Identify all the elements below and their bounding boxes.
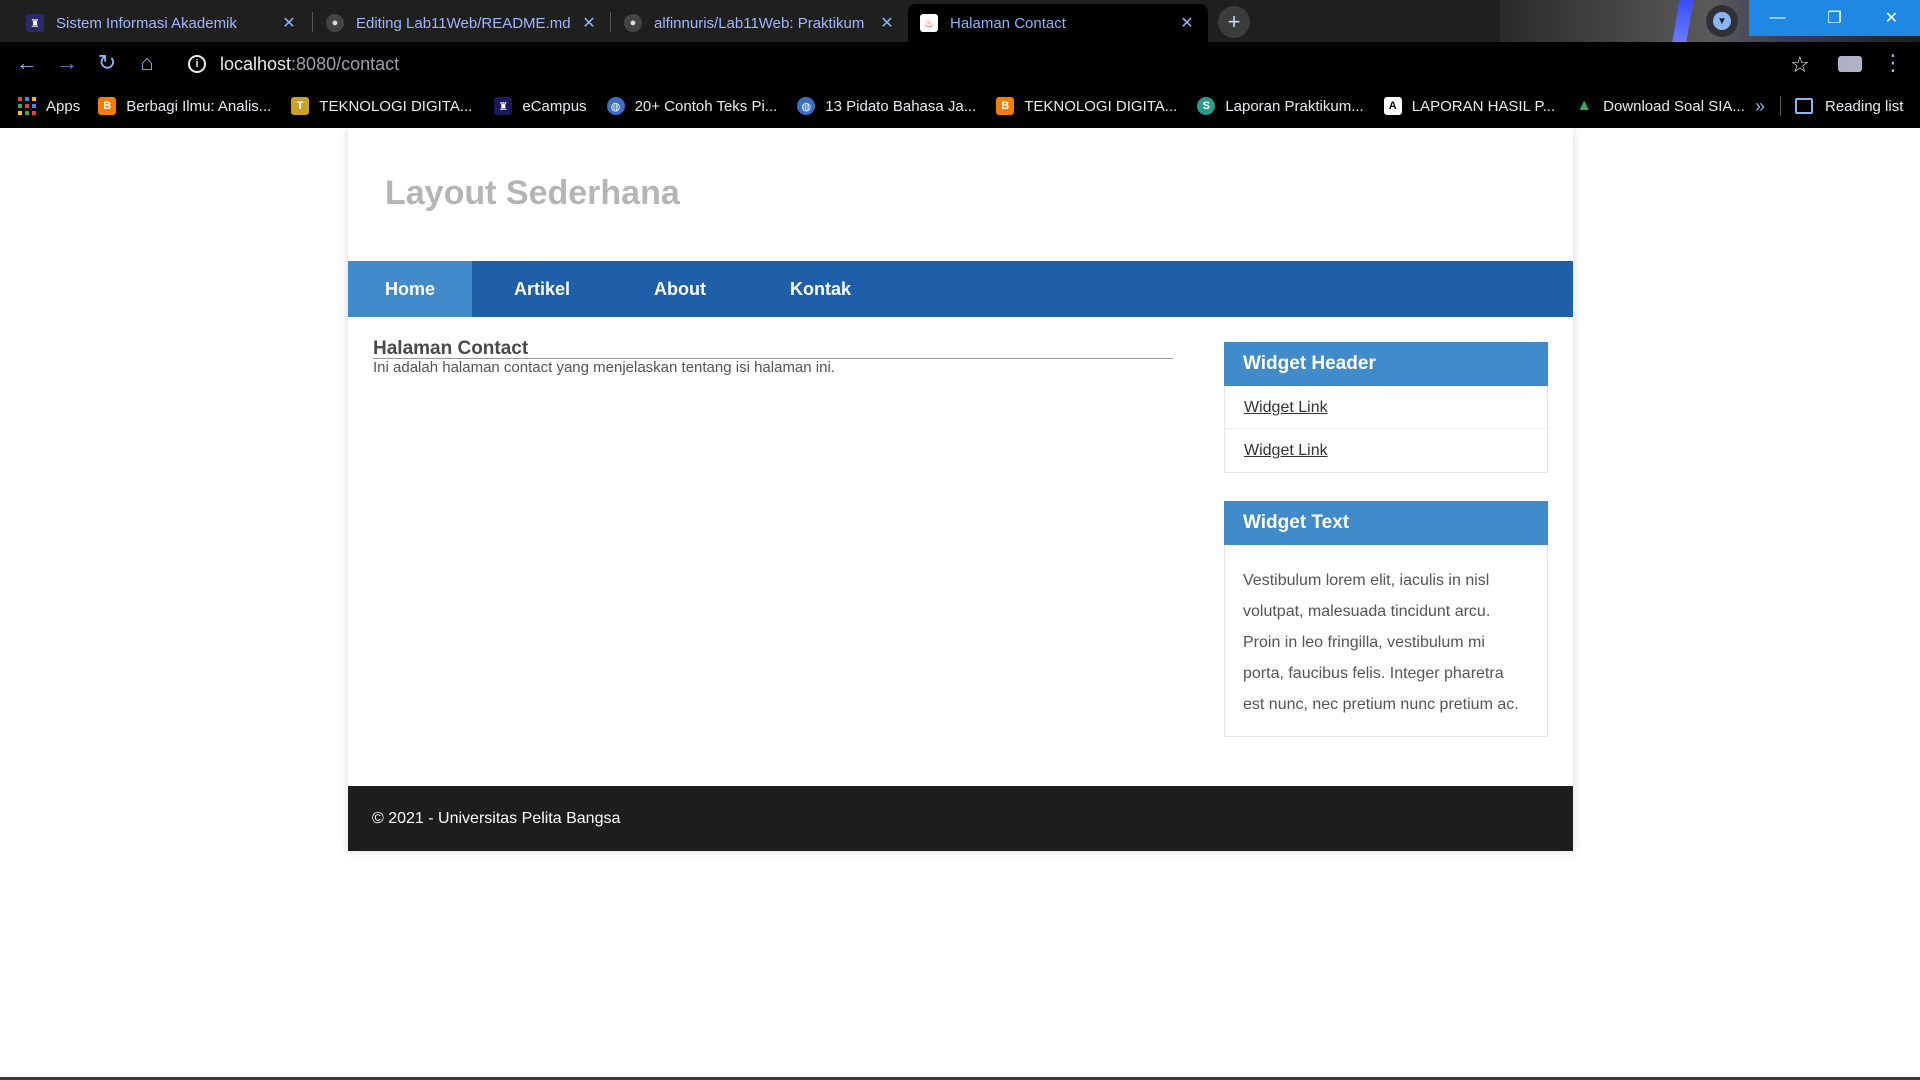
bookmark-item[interactable]: ◍ 20+ Contoh Teks Pi...: [606, 84, 778, 128]
page-container: Layout Sederhana Home Artikel About Kont…: [348, 128, 1573, 851]
bookmark-label: TEKNOLOGI DIGITA...: [1024, 97, 1178, 115]
widget-text-body: Vestibulum lorem elit, iaculis in nisl v…: [1243, 572, 1519, 713]
tab-halaman-contact[interactable]: ♨ Halaman Contact ✕: [908, 4, 1208, 42]
bookmark-item[interactable]: ▲ Download Soal SIA...: [1575, 84, 1745, 128]
content-heading: Halaman Contact: [373, 339, 1173, 359]
kebab-menu-icon[interactable]: ⋮: [1882, 50, 1904, 76]
university-favicon-icon: ♜: [26, 14, 44, 32]
tab-title: alfinnuris/Lab11Web: Praktikum: [654, 14, 865, 32]
site-info-icon[interactable]: i: [188, 55, 206, 73]
bookmark-label: Laporan Praktikum...: [1225, 97, 1364, 115]
widget-text-title: Widget Text: [1224, 501, 1548, 545]
github-icon: ●: [624, 14, 642, 32]
bookmark-item[interactable]: T TEKNOLOGI DIGITA...: [291, 84, 472, 128]
bookmark-label: 20+ Contoh Teks Pi...: [634, 97, 778, 115]
reading-list-button[interactable]: Reading list: [1795, 84, 1903, 128]
apps-grid-icon: [18, 97, 36, 115]
nav-home[interactable]: Home: [348, 261, 473, 317]
nav-about[interactable]: About: [612, 261, 748, 317]
blogger-icon: B: [996, 97, 1015, 115]
nav-kontak[interactable]: Kontak: [748, 261, 893, 317]
globe-icon: ◍: [797, 97, 816, 115]
widget-header-title: Widget Header: [1224, 342, 1548, 386]
bookmark-item[interactable]: S Laporan Praktikum...: [1197, 84, 1364, 128]
widget-links: Widget Header Widget Link Widget Link: [1224, 342, 1548, 473]
restore-icon[interactable]: ❐: [1806, 0, 1863, 36]
a-icon: A: [1383, 97, 1402, 115]
github-icon: ●: [326, 14, 344, 32]
footer-text: © 2021 - Universitas Pelita Bangsa: [372, 810, 621, 827]
site-title: Layout Sederhana: [385, 174, 680, 212]
url-text: localhost:8080/contact: [220, 54, 399, 75]
bookmark-label: LAPORAN HASIL P...: [1411, 97, 1556, 115]
bookmark-separator: [1780, 96, 1781, 116]
main-content: Halaman Contact Ini adalah halaman conta…: [373, 339, 1173, 377]
tab-separator: [312, 12, 313, 32]
site-header: Layout Sederhana: [348, 128, 1573, 261]
url-path: :8080/contact: [291, 53, 400, 74]
back-arrow-icon[interactable]: ←: [12, 48, 42, 78]
reading-list-icon: [1795, 98, 1813, 114]
bookmark-item[interactable]: B Berbagi Ilmu: Analis...: [98, 84, 271, 128]
page-viewport: Layout Sederhana Home Artikel About Kont…: [0, 128, 1920, 1080]
widget-link[interactable]: Widget Link: [1225, 386, 1547, 429]
extension-icon[interactable]: [1838, 56, 1862, 72]
codeigniter-icon: ♨: [920, 14, 938, 32]
tab-strip: ♜ Sistem Informasi Akademik ✕ ● Editing …: [0, 0, 1920, 42]
ecampus-icon: ♜: [494, 97, 513, 115]
reading-list-label: Reading list: [1825, 97, 1904, 115]
bookmark-label: eCampus: [522, 97, 587, 115]
tab-editing-readme[interactable]: ● Editing Lab11Web/README.md a ✕: [314, 4, 610, 42]
bookmark-label: Apps: [46, 97, 81, 115]
tab-title: Halaman Contact: [950, 14, 1066, 32]
sidebar: Widget Header Widget Link Widget Link Wi…: [1224, 342, 1548, 765]
bookmark-item[interactable]: B TEKNOLOGI DIGITA...: [996, 84, 1177, 128]
tree-icon: ▲: [1576, 97, 1593, 114]
url-host: localhost: [220, 53, 292, 74]
content-body: Ini adalah halaman contact yang menjelas…: [373, 359, 835, 376]
new-tab-button[interactable]: +: [1218, 6, 1250, 38]
window-close-icon[interactable]: ✕: [1863, 0, 1920, 36]
site-icon: T: [291, 97, 310, 115]
close-icon[interactable]: ✕: [280, 13, 298, 33]
close-icon[interactable]: ✕: [1178, 13, 1196, 33]
home-icon[interactable]: ⌂: [132, 48, 162, 78]
minimize-icon[interactable]: —: [1749, 0, 1806, 36]
close-icon[interactable]: ✕: [580, 13, 598, 33]
bookmark-star-icon[interactable]: ☆: [1790, 52, 1810, 78]
globe-icon: ◍: [606, 97, 625, 115]
chevron-down-icon: ▼: [1713, 12, 1731, 30]
tab-sistem-informasi[interactable]: ♜ Sistem Informasi Akademik ✕: [14, 4, 310, 42]
bookmark-item[interactable]: A LAPORAN HASIL P...: [1383, 84, 1556, 128]
bookmarks-bar: Apps B Berbagi Ilmu: Analis... T TEKNOLO…: [0, 84, 1920, 128]
widget-text: Widget Text Vestibulum lorem elit, iacul…: [1224, 501, 1548, 737]
bookmark-label: Berbagi Ilmu: Analis...: [126, 97, 272, 115]
s-icon: S: [1197, 97, 1216, 115]
tab-separator: [610, 12, 611, 32]
bookmark-item[interactable]: ◍ 13 Pidato Bahasa Ja...: [797, 84, 976, 128]
forward-arrow-icon[interactable]: →: [52, 48, 82, 78]
address-bar[interactable]: i localhost:8080/contact: [178, 49, 1796, 79]
widget-link[interactable]: Widget Link: [1225, 429, 1547, 472]
bookmark-item[interactable]: ♜ eCampus: [494, 84, 587, 128]
nav-artikel[interactable]: Artikel: [472, 261, 612, 317]
reload-icon[interactable]: ↻: [92, 48, 122, 78]
more-bookmarks-button[interactable]: »: [1755, 84, 1765, 128]
window-controls: — ❐ ✕: [1749, 0, 1920, 36]
blogger-icon: B: [98, 97, 117, 115]
tab-search-button[interactable]: ▼: [1706, 5, 1738, 37]
main-nav: Home Artikel About Kontak: [348, 261, 1573, 317]
bookmark-label: 13 Pidato Bahasa Ja...: [825, 97, 977, 115]
tab-title: Sistem Informasi Akademik: [56, 14, 237, 32]
site-footer: © 2021 - Universitas Pelita Bangsa: [348, 786, 1573, 851]
bookmark-label: TEKNOLOGI DIGITA...: [319, 97, 473, 115]
tab-alfinnuris-lab11web[interactable]: ● alfinnuris/Lab11Web: Praktikum ✕: [612, 4, 908, 42]
browser-toolbar: ← → ↻ ⌂ i localhost:8080/contact ☆ ⋮: [0, 42, 1920, 84]
tab-title: Editing Lab11Web/README.md a: [356, 14, 572, 32]
close-icon[interactable]: ✕: [878, 13, 896, 33]
bookmark-label: Download Soal SIA...: [1603, 97, 1745, 115]
bookmark-apps[interactable]: Apps: [18, 84, 80, 128]
